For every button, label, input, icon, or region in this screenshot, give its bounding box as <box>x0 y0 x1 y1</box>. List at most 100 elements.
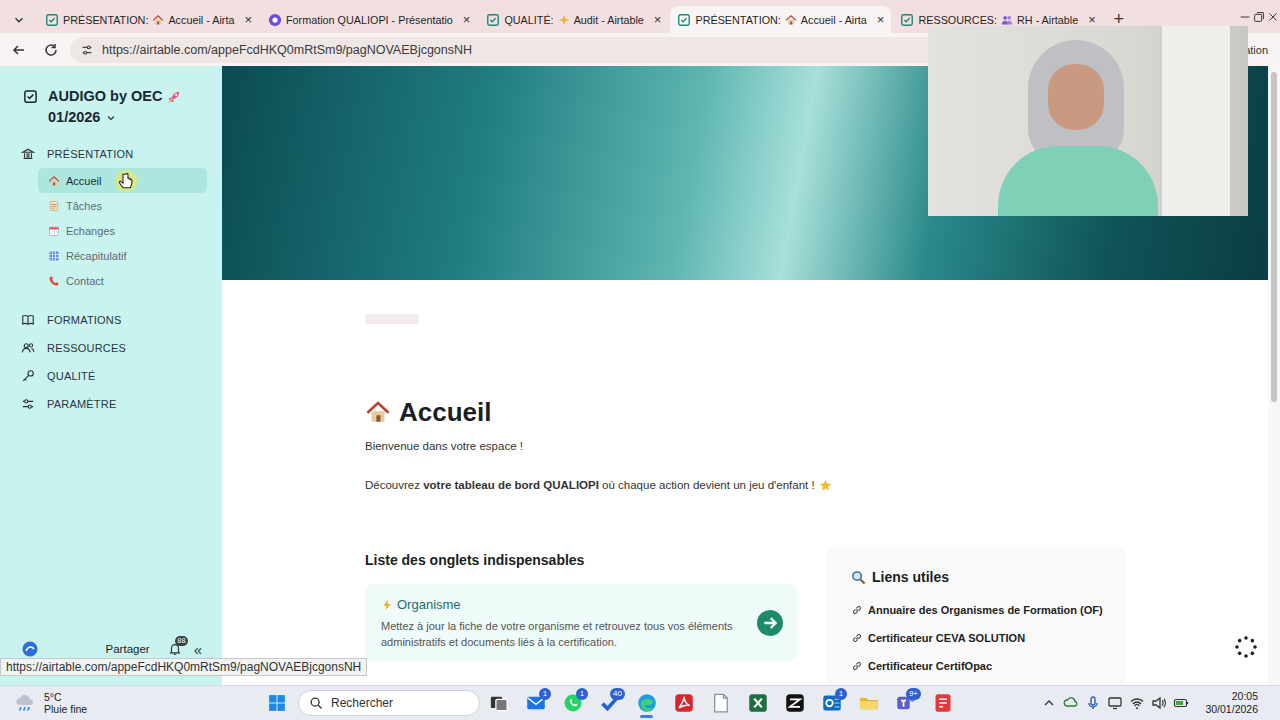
acrobat-icon[interactable] <box>674 693 694 713</box>
useful-link[interactable]: Annuaire des Organismes de Formation (OF… <box>851 601 1115 619</box>
back-button[interactable] <box>6 37 32 63</box>
taskbar-app[interactable]: 40 <box>591 686 628 720</box>
cloud-icon[interactable] <box>1063 695 1079 711</box>
excel-icon[interactable] <box>748 693 768 713</box>
item-label[interactable]: Récapitulatif <box>66 250 127 262</box>
useful-link[interactable]: Certificateur CEVA SOLUTION <box>851 629 1115 647</box>
reload-button[interactable] <box>38 37 64 63</box>
chevron-down-icon[interactable] <box>12 13 26 27</box>
url-text[interactable]: https://airtable.com/appeFcdHKQ0mRtSm9/p… <box>102 43 472 57</box>
restore-icon[interactable] <box>1252 10 1266 24</box>
tab-close-button[interactable]: × <box>463 13 471 26</box>
reload-icon[interactable] <box>43 42 59 58</box>
display-icon[interactable] <box>1107 695 1123 711</box>
section-label[interactable]: FORMATIONS <box>47 314 122 326</box>
sidebar-item[interactable]: Récapitulatif <box>38 243 207 268</box>
sidebar-item[interactable]: Contact <box>38 268 207 293</box>
taskview-icon[interactable] <box>489 693 509 713</box>
taskbar-app[interactable] <box>702 686 739 720</box>
taskbar-app[interactable] <box>924 686 961 720</box>
taskbar-app[interactable] <box>776 686 813 720</box>
chevron-down-icon[interactable] <box>105 112 117 124</box>
taskbar-app[interactable]: 1 <box>813 686 850 720</box>
section-label[interactable]: RESSOURCES <box>47 342 126 354</box>
chevron-up-icon[interactable] <box>1041 695 1057 711</box>
tab-card[interactable]: OrganismeMettez à jour la fiche de votre… <box>365 584 797 662</box>
link-icon[interactable] <box>851 632 863 644</box>
notes-icon <box>48 200 60 212</box>
tab-close-button[interactable]: × <box>654 13 662 26</box>
link-icon[interactable] <box>851 660 863 672</box>
taskbar-app[interactable] <box>480 686 517 720</box>
share-button[interactable]: Partager <box>106 643 150 655</box>
notepad-icon[interactable] <box>711 693 731 713</box>
taskbar-app[interactable]: 1 <box>554 686 591 720</box>
sidebar-section[interactable]: RESSOURCES <box>0 334 222 362</box>
sidebar-section[interactable]: PARAMÈTRE <box>0 390 222 418</box>
section-label[interactable]: PARAMÈTRE <box>47 398 116 410</box>
taskbar-app[interactable]: 1 <box>517 686 554 720</box>
workspace-name[interactable]: AUDIGO by OEC <box>48 86 162 107</box>
taskbar-app[interactable]: 9+ <box>887 686 924 720</box>
clock[interactable]: 20:0530/01/2026 <box>1195 690 1280 716</box>
item-label[interactable]: Echanges <box>66 225 115 237</box>
item-label[interactable]: Accueil <box>66 175 101 187</box>
app-badge: 1 <box>539 688 551 700</box>
workspace-header[interactable]: AUDIGO by OEC01/2026 <box>0 86 222 128</box>
taskbar-app[interactable] <box>739 686 776 720</box>
card-title[interactable]: Organisme <box>397 596 461 614</box>
back-arrow-icon[interactable] <box>11 42 27 58</box>
capcut-icon[interactable] <box>785 693 805 713</box>
taskbar-app[interactable] <box>850 686 887 720</box>
speaker-icon[interactable] <box>1151 695 1167 711</box>
sidebar-item[interactable]: Tâches <box>38 193 207 218</box>
people-icon <box>21 341 35 355</box>
house-icon <box>365 399 391 425</box>
microphone-icon[interactable] <box>1085 695 1101 711</box>
search-placeholder[interactable]: Rechercher <box>331 696 393 710</box>
minimize-icon[interactable] <box>1238 10 1252 24</box>
browser-tab[interactable]: Formation QUALIOPI - Présentatio× <box>261 6 477 33</box>
browser-tab[interactable]: PRÉSENTATION:Accueil - Airta× <box>38 6 259 33</box>
taskbar-app[interactable] <box>665 686 702 720</box>
close-icon[interactable] <box>1266 10 1280 24</box>
collapse-button[interactable]: « <box>194 641 202 658</box>
useful-link[interactable]: Certificateur CertifOpac <box>851 657 1115 675</box>
battery-icon[interactable] <box>1173 695 1189 711</box>
site-settings-icon[interactable] <box>80 43 94 57</box>
arrow-right-icon[interactable] <box>757 610 783 636</box>
edge-icon[interactable] <box>637 693 657 713</box>
pdf-icon[interactable] <box>933 693 953 713</box>
link-text[interactable]: Certificateur CEVA SOLUTION <box>868 629 1025 647</box>
sidebar-sections: PRÉSENTATION Accueil Tâches Echanges Récapit… <box>0 140 222 418</box>
link-icon[interactable] <box>851 604 863 616</box>
notifications-button[interactable]: 88 <box>168 642 182 656</box>
tab-close-button[interactable]: × <box>244 13 252 26</box>
intro-segment: Découvrez <box>365 477 423 493</box>
tab-close-button[interactable]: × <box>877 13 885 26</box>
weather-widget[interactable]: 5°CPluie fine <box>0 691 258 715</box>
item-label[interactable]: Tâches <box>66 200 102 212</box>
sidebar-section[interactable]: FORMATIONS <box>0 306 222 334</box>
section-label[interactable]: PRÉSENTATION <box>47 148 133 160</box>
link-text[interactable]: Certificateur CertifOpac <box>868 657 992 675</box>
taskbar-app[interactable] <box>628 686 665 720</box>
scrollbar[interactable] <box>1268 66 1280 685</box>
item-label[interactable]: Contact <box>66 275 104 287</box>
sidebar-section[interactable]: PRÉSENTATION <box>0 140 222 168</box>
sidebar-item[interactable]: Echanges <box>38 218 207 243</box>
explorer-icon[interactable] <box>859 693 879 713</box>
link-text[interactable]: Annuaire des Organismes de Formation (OF… <box>868 601 1103 619</box>
windows-logo-icon[interactable] <box>268 694 286 712</box>
search-box[interactable]: Rechercher <box>298 690 480 716</box>
sidebar-section[interactable]: QUALITÉ <box>0 362 222 390</box>
browser-tab[interactable]: PRÉSENTATION:Accueil - Airta× <box>670 6 891 33</box>
scroll-thumb[interactable] <box>1271 72 1277 402</box>
browser-tab[interactable]: QUALITÉ:Audit - Airtable× <box>479 6 668 33</box>
tab-list-button[interactable] <box>6 6 32 33</box>
airtable-logo-icon[interactable] <box>22 641 38 657</box>
tab-close-button[interactable]: × <box>1088 13 1096 26</box>
section-label[interactable]: QUALITÉ <box>47 370 95 382</box>
period-selector[interactable]: 01/2026 <box>48 107 100 128</box>
wifi-icon[interactable] <box>1129 695 1145 711</box>
